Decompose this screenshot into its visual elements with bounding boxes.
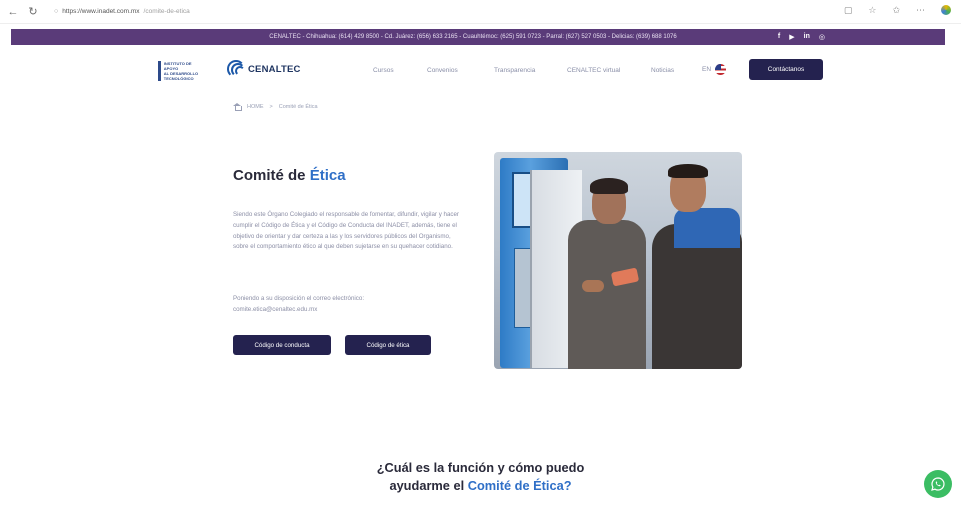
breadcrumb-current: Comité de Ética <box>278 103 318 110</box>
url-host: https://www.inadet.com.mx <box>62 8 140 15</box>
inadet-logo[interactable]: INSTITUTO DE APOYO AL DESARROLLO TECNOLÓ… <box>158 59 204 83</box>
breadcrumb-separator: > <box>269 103 273 110</box>
star-icon[interactable]: ☆ <box>868 5 876 16</box>
title-accent: Ética <box>309 167 346 184</box>
site-header: INSTITUTO DE APOYO AL DESARROLLO TECNOLÓ… <box>0 52 961 88</box>
browser-toolbar: ← ↻ ○ https://www.inadet.com.mx/comite-d… <box>0 0 961 24</box>
students-photo <box>494 152 742 369</box>
logo-name: CENALTEC <box>248 63 301 75</box>
contact-topbar: CENALTEC - Chihuahua: (614) 429 8500 - C… <box>11 29 945 45</box>
cenaltec-logo[interactable]: CENALTEC <box>227 60 301 78</box>
us-flag-icon <box>715 64 727 75</box>
menu-item-cenaltec-virtual[interactable]: CENALTEC virtual <box>567 67 620 74</box>
reload-icon[interactable]: ↻ <box>26 5 40 19</box>
more-icon[interactable]: ⋯ <box>916 5 925 16</box>
back-arrow-icon[interactable]: ← <box>6 5 20 19</box>
heading-accent: Comité de Ética? <box>467 478 572 493</box>
favorites-icon[interactable]: ✩ <box>892 5 900 16</box>
facebook-icon[interactable]: f <box>778 33 780 41</box>
heading-line-1: ¿Cuál es la función y cómo puedo <box>376 460 585 475</box>
reader-icon[interactable]: ▢ <box>844 5 853 16</box>
menu-item-convenios[interactable]: Convenios <box>427 67 458 74</box>
menu-item-transparencia[interactable]: Transparencia <box>494 67 535 74</box>
menu-item-cursos[interactable]: Cursos <box>373 67 394 74</box>
url-path: /comite-de-etica <box>143 8 190 15</box>
youtube-icon[interactable]: ▶ <box>789 33 794 41</box>
email-info: Poniendo a su disposición el correo elec… <box>233 294 463 316</box>
breadcrumb: HOME > Comité de Ética <box>233 103 318 111</box>
code-of-conduct-button[interactable]: Código de conducta <box>233 335 331 355</box>
committee-description: Siendo este Órgano Colegiado el responsa… <box>233 211 459 251</box>
social-links: f ▶ in ◎ <box>778 33 825 41</box>
page-title: Comité de Ética <box>233 167 346 184</box>
contact-button[interactable]: Contáctanos <box>749 59 823 80</box>
menu-item-noticias[interactable]: Noticias <box>651 67 674 74</box>
section-heading: ¿Cuál es la función y cómo puedo ayudarm… <box>376 460 585 493</box>
cenaltec-mark-icon <box>227 60 245 78</box>
instagram-icon[interactable]: ◎ <box>819 33 825 41</box>
lock-icon: ○ <box>54 8 59 15</box>
whatsapp-icon <box>931 477 945 491</box>
code-of-ethics-button[interactable]: Código de ética <box>345 335 431 355</box>
linkedin-icon[interactable]: in <box>804 33 810 41</box>
language-label: EN <box>702 66 712 73</box>
address-bar[interactable]: ○ https://www.inadet.com.mx/comite-de-et… <box>54 8 190 15</box>
contact-phones: CENALTEC - Chihuahua: (614) 429 8500 - C… <box>269 34 677 40</box>
breadcrumb-home[interactable]: HOME <box>247 104 264 110</box>
email-label: Poniendo a su disposición el correo elec… <box>233 295 365 302</box>
profile-icon[interactable] <box>941 5 951 15</box>
language-switch[interactable]: EN <box>702 64 727 75</box>
whatsapp-button[interactable] <box>924 470 952 498</box>
email-link[interactable]: comite.etica@cenaltec.edu.mx <box>233 305 463 316</box>
home-icon[interactable] <box>233 103 242 111</box>
